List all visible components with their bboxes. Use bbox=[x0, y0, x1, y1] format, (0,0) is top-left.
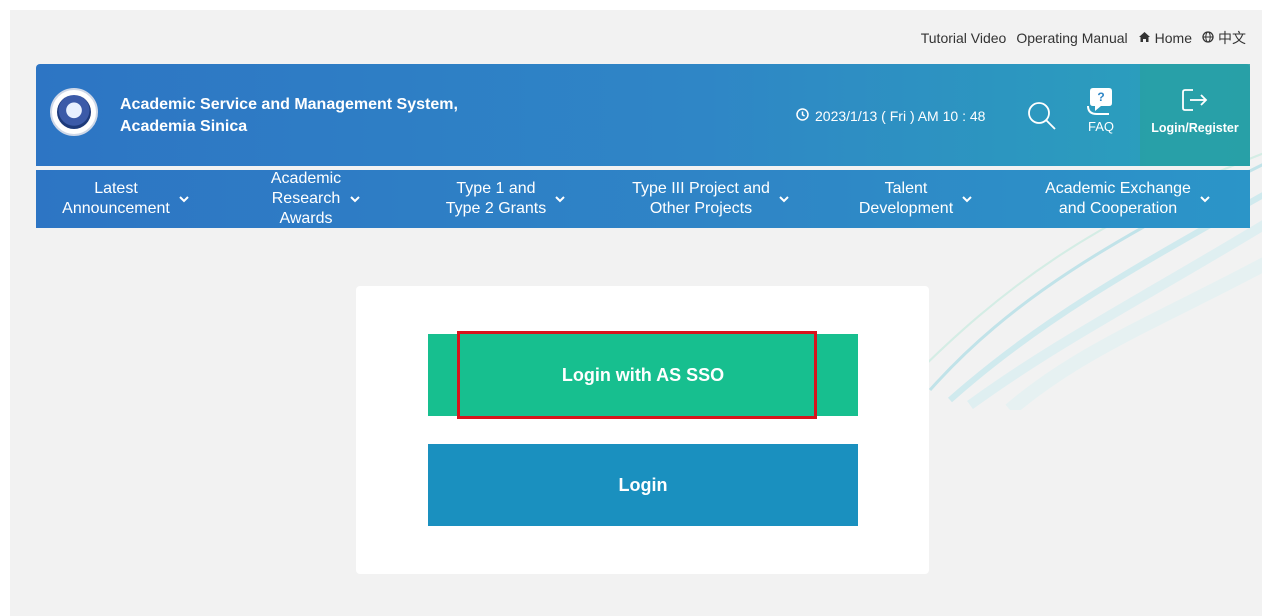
nav-item-label: Latest Announcement bbox=[62, 180, 170, 217]
chevron-down-icon bbox=[962, 196, 972, 203]
faq-label: FAQ bbox=[1087, 119, 1114, 134]
tutorial-video-link[interactable]: Tutorial Video bbox=[921, 30, 1007, 46]
nav-item-academic-exchange[interactable]: Academic Exchange and Cooperation bbox=[1006, 170, 1250, 228]
main-nav: Latest Announcement Academic Research Aw… bbox=[36, 170, 1250, 228]
nav-item-latest-announcement[interactable]: Latest Announcement bbox=[36, 170, 216, 228]
chevron-down-icon bbox=[179, 196, 189, 203]
sso-button-label: Login with AS SSO bbox=[561, 364, 725, 385]
nav-item-type3-project[interactable]: Type III Project and Other Projects bbox=[596, 170, 826, 228]
nav-item-label: Talent Development bbox=[858, 180, 954, 217]
datetime-text: 2023/1/13 ( Fri ) AM 10 : 48 bbox=[815, 108, 986, 124]
globe-icon bbox=[1202, 30, 1214, 46]
chevron-down-icon bbox=[779, 196, 789, 203]
nav-item-talent-development[interactable]: Talent Development bbox=[826, 170, 1006, 228]
home-link[interactable]: Home bbox=[1138, 30, 1192, 46]
nav-item-label: Type 1 and Type 2 Grants bbox=[445, 180, 547, 217]
chevron-down-icon bbox=[1200, 196, 1210, 203]
nav-item-type1-type2-grants[interactable]: Type 1 and Type 2 Grants bbox=[416, 170, 596, 228]
clock-icon bbox=[796, 108, 809, 124]
site-header: Academic Service and Management System, … bbox=[36, 64, 1250, 166]
chevron-down-icon bbox=[555, 196, 565, 203]
home-link-label: Home bbox=[1154, 30, 1192, 46]
chevron-down-icon bbox=[350, 196, 360, 203]
current-datetime: 2023/1/13 ( Fri ) AM 10 : 48 bbox=[796, 108, 985, 124]
home-icon bbox=[1138, 31, 1151, 46]
svg-text:?: ? bbox=[1097, 90, 1104, 104]
nav-item-label: Academic Exchange and Cooperation bbox=[1045, 180, 1191, 217]
language-link[interactable]: 中文 bbox=[1202, 28, 1246, 48]
search-button[interactable] bbox=[1026, 100, 1058, 132]
login-register-label: Login/Register bbox=[1151, 121, 1239, 135]
logo-emblem bbox=[57, 95, 91, 129]
login-button[interactable]: Login bbox=[428, 444, 858, 526]
nav-item-academic-research-awards[interactable]: Academic Research Awards bbox=[216, 170, 416, 228]
faq-icon: ? bbox=[1087, 88, 1112, 115]
site-title: Academic Service and Management System, … bbox=[120, 96, 458, 135]
login-register-button[interactable]: Login/Register bbox=[1140, 64, 1250, 166]
operating-manual-link[interactable]: Operating Manual bbox=[1016, 30, 1127, 46]
academia-sinica-logo[interactable] bbox=[50, 88, 98, 136]
language-link-label: 中文 bbox=[1218, 30, 1246, 46]
logout-icon bbox=[1182, 89, 1208, 111]
faq-button[interactable]: ? FAQ bbox=[1076, 86, 1126, 146]
nav-item-label: Type III Project and Other Projects bbox=[632, 180, 770, 217]
login-with-sso-button[interactable]: Login with AS SSO bbox=[428, 334, 858, 416]
nav-item-label: Academic Research Awards bbox=[270, 170, 342, 227]
top-links: Tutorial Video Operating Manual Home 中文 bbox=[921, 28, 1246, 48]
login-card: Login with AS SSO Login bbox=[356, 286, 929, 574]
login-button-label: Login bbox=[618, 474, 668, 495]
search-icon bbox=[1028, 102, 1056, 130]
